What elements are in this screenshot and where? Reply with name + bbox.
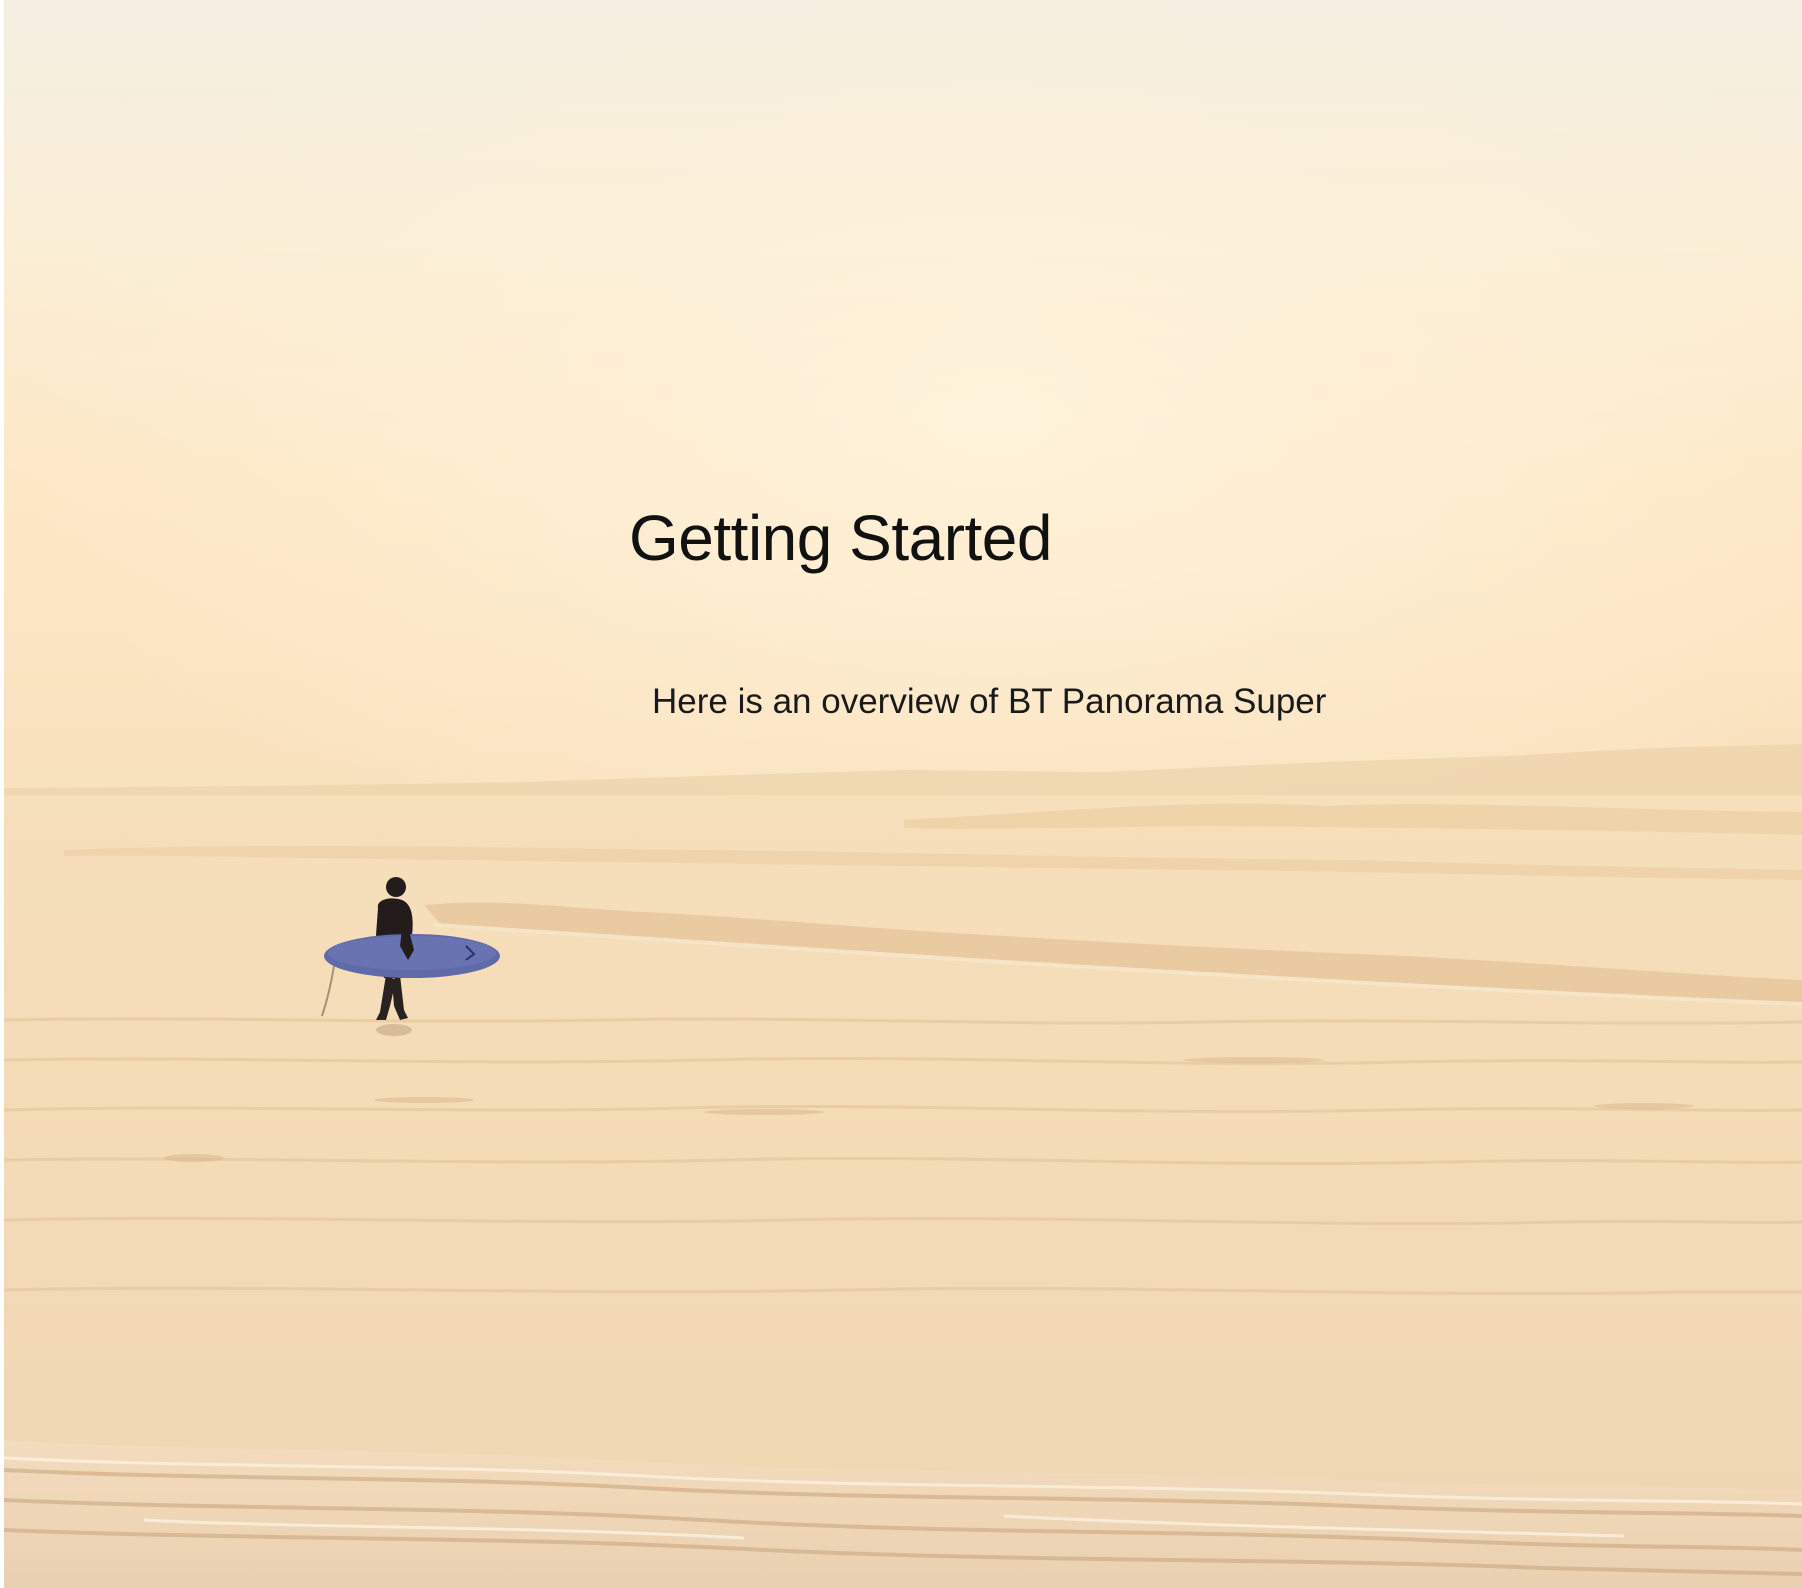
- beach-surfer-background-image: [4, 0, 1802, 1588]
- surfer-beach-photo-icon: [4, 0, 1802, 1588]
- slide-page: Getting Started Here is an overview of B…: [0, 0, 1802, 1588]
- page-title: Getting Started: [629, 502, 1052, 574]
- page-subtitle: Here is an overview of BT Panorama Super: [652, 682, 1327, 721]
